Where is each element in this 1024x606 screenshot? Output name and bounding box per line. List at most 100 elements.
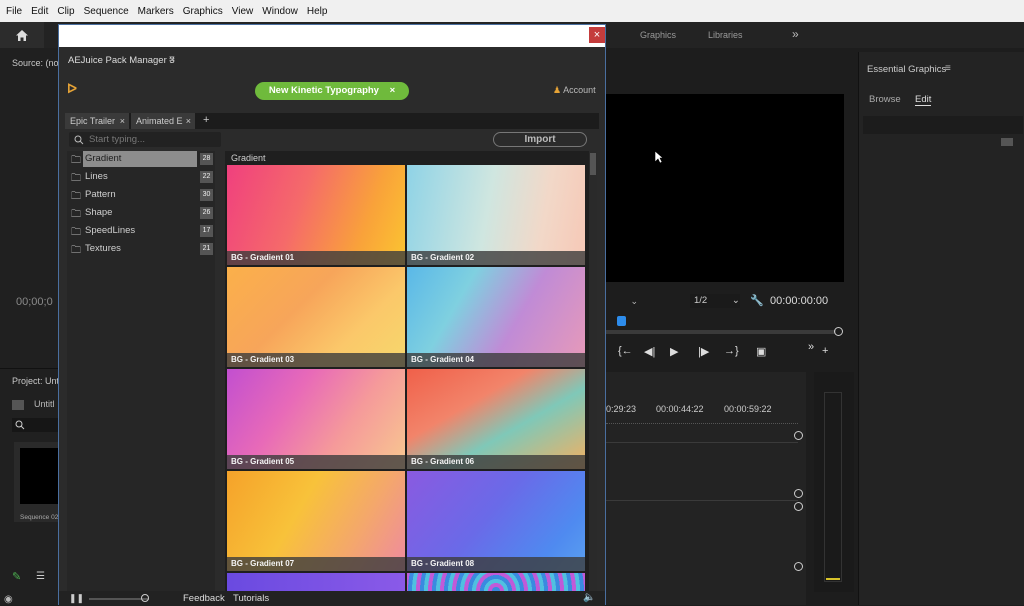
folder-icon: 🗀 [71, 209, 81, 220]
tab-epic-trailer[interactable]: Epic Trailer × [65, 113, 129, 129]
workspace-tab-libraries[interactable]: Libraries [708, 30, 743, 40]
wrench-icon[interactable]: 🔧 [750, 294, 764, 307]
mouse-cursor-icon [654, 150, 664, 164]
folder-icon [12, 400, 24, 410]
dialog-footer: ❚❚ Feedback Tutorials 🔈 [59, 591, 605, 606]
speaker-icon[interactable]: 🔈 [583, 592, 595, 603]
tab-close-icon[interactable]: × [120, 113, 125, 129]
category-item-textures[interactable]: 🗀 Textures 21 [69, 241, 213, 257]
program-monitor-viewer[interactable] [606, 94, 844, 282]
timeline-panel[interactable]: 0:29:23 00:00:44:22 00:00:59:22 [606, 372, 806, 605]
sequence-thumbnail[interactable] [14, 442, 60, 522]
menu-help[interactable]: Help [307, 6, 328, 17]
preset-thumbnail[interactable]: BG - Gradient 04 [407, 267, 585, 367]
menu-markers[interactable]: Markers [138, 6, 174, 17]
track-scroll-handle[interactable] [794, 502, 803, 511]
add-tab-icon[interactable]: + [203, 114, 209, 126]
dialog-title-bar[interactable]: × [59, 25, 605, 47]
menu-edit[interactable]: Edit [31, 6, 48, 17]
step-back-icon[interactable]: ◀| [644, 345, 655, 358]
source-monitor-tab[interactable]: Source: (no [12, 58, 59, 68]
list-view-icon[interactable]: ☰ [36, 571, 45, 582]
project-panel-tab[interactable]: Project: Unt [12, 376, 59, 386]
grid-scrollbar-thumb[interactable] [590, 153, 596, 175]
grid-scrollbar[interactable] [589, 151, 597, 591]
preset-thumbnail[interactable]: BG - Gradient 01 [227, 165, 405, 265]
category-count: 28 [200, 153, 213, 165]
tab-browse[interactable]: Browse [869, 94, 901, 105]
volume-slider-handle[interactable] [141, 594, 149, 602]
preset-caption: BG - Gradient 04 [407, 353, 585, 367]
preset-caption: BG - Gradient 05 [227, 455, 405, 469]
playhead-marker[interactable] [617, 316, 626, 326]
menu-window[interactable]: Window [262, 6, 298, 17]
more-workspaces-icon[interactable]: » [792, 27, 799, 41]
home-icon [16, 29, 28, 41]
scrubber-end-handle[interactable] [834, 327, 843, 336]
project-item-name[interactable]: Untitl [34, 399, 55, 409]
category-item-gradient[interactable]: 🗀 Gradient 28 [69, 151, 213, 167]
category-count: 21 [200, 243, 213, 255]
more-controls-icon[interactable]: » [808, 341, 814, 353]
tab-label: Animated E [136, 116, 183, 126]
add-button-icon[interactable]: + [822, 345, 828, 357]
account-button[interactable]: ♟ Account [553, 85, 596, 96]
menu-file[interactable]: File [6, 6, 22, 17]
tab-close-icon[interactable]: × [186, 113, 191, 129]
preset-thumbnail-partial[interactable] [227, 573, 405, 591]
workspace-tab-graphics[interactable]: Graphics [640, 30, 676, 40]
category-item-shape[interactable]: 🗀 Shape 26 [69, 205, 213, 221]
menu-clip[interactable]: Clip [57, 6, 74, 17]
preset-thumbnail[interactable]: BG - Gradient 03 [227, 267, 405, 367]
tutorials-link[interactable]: Tutorials [233, 593, 269, 604]
folder-icon: 🗀 [71, 191, 81, 202]
category-item-pattern[interactable]: 🗀 Pattern 30 [69, 187, 213, 203]
tab-edit[interactable]: Edit [915, 94, 932, 106]
sequence-thumb-label: Sequence 02 [20, 514, 59, 521]
search-input[interactable]: Start typing... [69, 132, 221, 147]
new-kinetic-typography-pill[interactable]: New Kinetic Typography × [255, 82, 409, 100]
go-to-in-icon[interactable]: {← [618, 345, 633, 357]
export-frame-icon[interactable]: ▣ [756, 345, 766, 358]
resolution-dropdown[interactable]: 1/2 ⌄ [690, 294, 740, 308]
preset-thumbnail[interactable]: BG - Gradient 02 [407, 165, 585, 265]
step-forward-icon[interactable]: |▶ [698, 345, 709, 358]
pause-icon[interactable]: ❚❚ [69, 593, 84, 604]
folder-icon[interactable] [1001, 138, 1013, 146]
menu-sequence[interactable]: Sequence [84, 6, 129, 17]
status-icon: ◉ [4, 594, 13, 605]
volume-slider[interactable] [89, 598, 149, 600]
home-button[interactable] [0, 22, 44, 48]
dialog-close-button[interactable]: × [589, 27, 605, 43]
menu-bar: File Edit Clip Sequence Markers Graphics… [0, 0, 1024, 22]
tab-label: Epic Trailer [70, 116, 116, 126]
pencil-icon[interactable]: ✎ [12, 570, 21, 583]
import-button[interactable]: Import [493, 132, 587, 147]
preset-thumbnail-partial[interactable] [407, 573, 585, 591]
category-item-lines[interactable]: 🗀 Lines 22 [69, 169, 213, 185]
preset-thumbnail[interactable]: BG - Gradient 07 [227, 471, 405, 571]
pill-close-icon[interactable]: × [390, 85, 396, 96]
track-scroll-handle[interactable] [794, 431, 803, 440]
fit-dropdown[interactable]: t ⌄ [603, 296, 638, 307]
timeline-time-1: 0:29:23 [606, 404, 637, 414]
feedback-link[interactable]: Feedback [183, 593, 225, 604]
program-scrubber[interactable] [606, 330, 836, 334]
preset-thumbnail[interactable]: BG - Gradient 08 [407, 471, 585, 571]
plugin-menu-icon[interactable]: ≡ [169, 54, 175, 65]
menu-view[interactable]: View [232, 6, 254, 17]
track-scroll-handle[interactable] [794, 489, 803, 498]
category-item-speedlines[interactable]: 🗀 SpeedLines 17 [69, 223, 213, 239]
track-scroll-handle[interactable] [794, 562, 803, 571]
essential-graphics-title[interactable]: Essential Graphics [867, 64, 946, 75]
project-search-input[interactable] [12, 418, 58, 432]
aejuice-logo-icon: ᐅ [67, 81, 77, 96]
panel-menu-icon[interactable]: ≡ [945, 63, 951, 74]
tab-animated[interactable]: Animated E × [131, 113, 195, 129]
preset-thumbnail[interactable]: BG - Gradient 06 [407, 369, 585, 469]
menu-graphics[interactable]: Graphics [183, 6, 223, 17]
play-icon[interactable]: ▶ [670, 345, 678, 358]
preset-thumbnail[interactable]: BG - Gradient 05 [227, 369, 405, 469]
go-to-out-icon[interactable]: →} [724, 345, 739, 357]
folder-icon: 🗀 [71, 173, 81, 184]
